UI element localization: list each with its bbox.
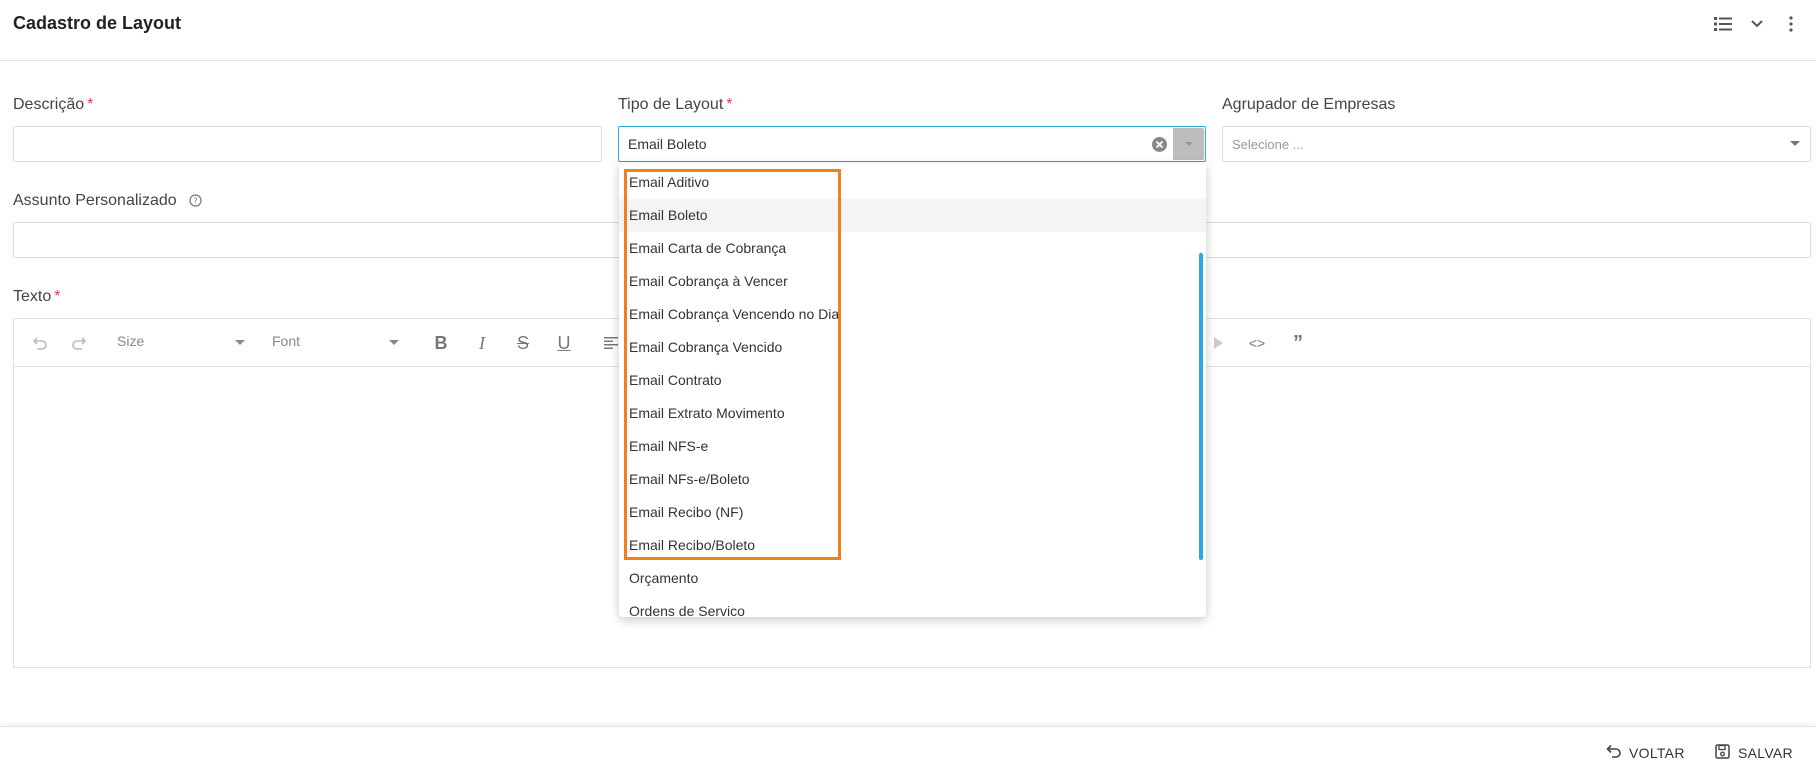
texto-label: Texto * (13, 288, 61, 305)
dropdown-option[interactable]: Email Aditivo (619, 166, 1206, 199)
redo-icon[interactable] (69, 332, 91, 354)
caret-down-icon (235, 340, 245, 345)
undo-arrow-icon (1604, 744, 1621, 761)
dropdown-scrollbar[interactable] (1199, 253, 1203, 560)
tipo-layout-value: Email Boleto (628, 136, 707, 152)
tipo-layout-dropdown: Email Aditivo Email Boleto Email Carta d… (619, 163, 1206, 617)
bold-icon[interactable]: B (430, 332, 452, 354)
dropdown-option[interactable]: Email Cobrança Vencendo no Dia (619, 298, 1206, 331)
descricao-input[interactable] (13, 126, 602, 162)
quote-icon[interactable]: ” (1287, 332, 1309, 354)
play-icon[interactable] (1207, 332, 1229, 354)
agrupador-label: Agrupador de Empresas (1222, 96, 1396, 113)
descricao-label: Descrição * (13, 96, 94, 113)
italic-icon[interactable]: I (471, 332, 493, 354)
dropdown-option[interactable]: Email Carta de Cobrança (619, 232, 1206, 265)
dropdown-option[interactable]: Email Contrato (619, 364, 1206, 397)
page-footer: VOLTAR SALVAR (0, 726, 1816, 780)
more-vertical-icon[interactable] (1780, 13, 1802, 35)
page-title: Cadastro de Layout (13, 13, 182, 33)
dropdown-option[interactable]: Email Recibo/Boleto (619, 529, 1206, 562)
caret-down-icon (389, 340, 399, 345)
required-mark: * (87, 96, 94, 113)
caret-down-icon (1790, 141, 1800, 146)
chevron-down-icon[interactable] (1746, 13, 1768, 35)
back-button[interactable]: VOLTAR (1604, 744, 1685, 761)
page-header: Cadastro de Layout (0, 0, 1816, 61)
dropdown-option[interactable]: Ordens de Servico (619, 595, 1206, 617)
assunto-label: Assunto Personalizado ? (13, 192, 202, 210)
svg-text:?: ? (193, 197, 197, 206)
required-mark: * (726, 96, 733, 113)
dropdown-option-selected[interactable]: Email Boleto (619, 199, 1206, 232)
clear-icon[interactable] (1151, 136, 1168, 153)
header-actions (1712, 13, 1802, 35)
tipo-layout-label: Tipo de Layout * (618, 96, 733, 113)
dropdown-option[interactable]: Email Cobrança à Vencer (619, 265, 1206, 298)
tipo-layout-select[interactable]: Email Boleto (618, 126, 1206, 162)
save-icon (1715, 744, 1730, 762)
underline-icon[interactable]: U (553, 332, 575, 354)
dropdown-option[interactable]: Orçamento (619, 562, 1206, 595)
dropdown-option[interactable]: Email NFS-e (619, 430, 1206, 463)
dropdown-option[interactable]: Email NFs-e/Boleto (619, 463, 1206, 496)
required-mark: * (54, 288, 61, 305)
caret-down-icon (1184, 142, 1193, 146)
dropdown-option[interactable]: Email Cobrança Vencido (619, 331, 1206, 364)
size-select[interactable]: Size (117, 333, 144, 349)
dropdown-option[interactable]: Email Extrato Movimento (619, 397, 1206, 430)
list-view-icon[interactable] (1712, 13, 1734, 35)
strike-icon[interactable]: S (512, 332, 534, 354)
save-button[interactable]: SALVAR (1715, 744, 1793, 762)
dropdown-option[interactable]: Email Recibo (NF) (619, 496, 1206, 529)
undo-icon[interactable] (28, 332, 50, 354)
font-select[interactable]: Font (272, 333, 300, 349)
help-icon[interactable]: ? (189, 194, 202, 207)
agrupador-select[interactable]: Selecione ... (1222, 126, 1811, 162)
code-icon[interactable]: <> (1246, 332, 1268, 354)
dropdown-toggle-button[interactable] (1173, 128, 1204, 160)
